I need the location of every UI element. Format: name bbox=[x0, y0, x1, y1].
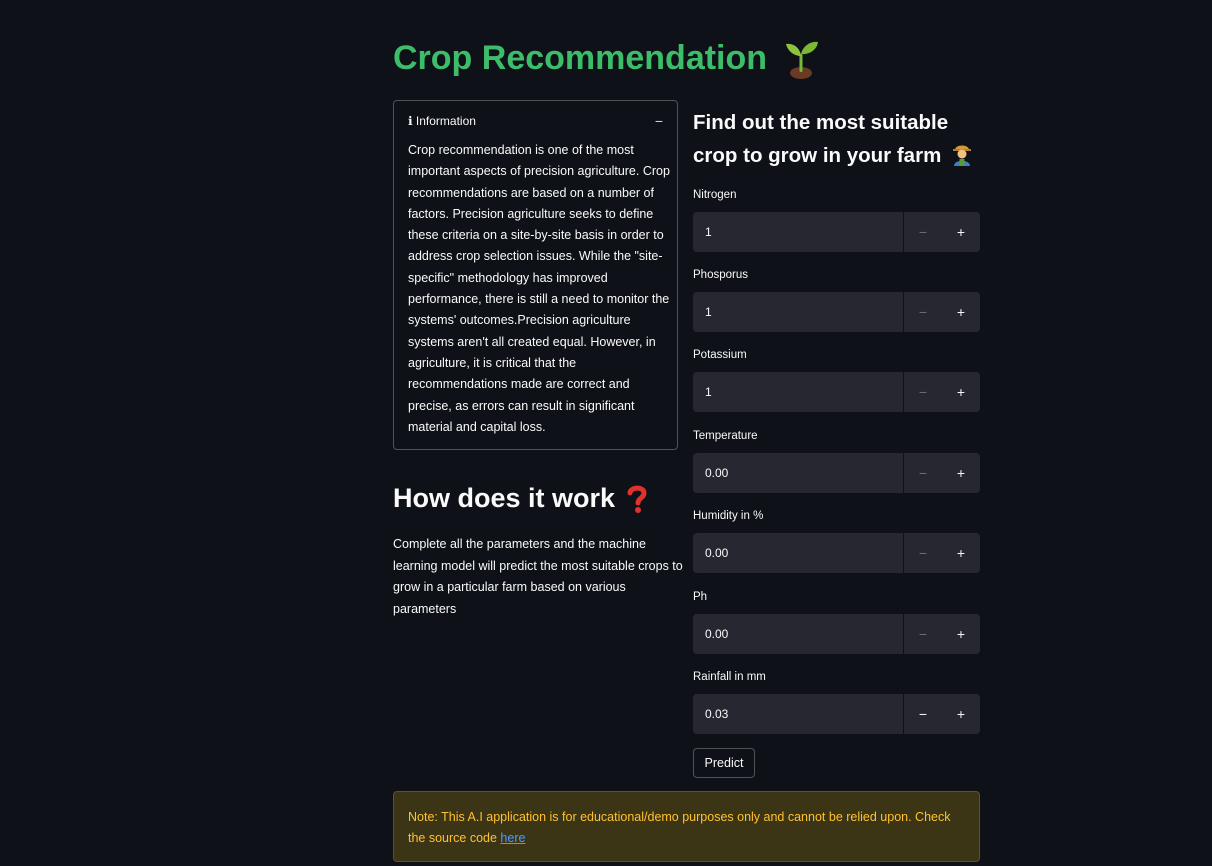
ph-field: Ph − + bbox=[693, 588, 980, 654]
ph-number-input: − + bbox=[693, 614, 980, 654]
information-label: ℹ Information bbox=[408, 114, 476, 128]
temperature-input[interactable] bbox=[693, 453, 904, 493]
phosphorus-increment-button[interactable]: + bbox=[942, 292, 980, 332]
app-title-text: Crop Recommendation bbox=[393, 38, 768, 77]
potassium-field: Potassium − + bbox=[693, 346, 980, 412]
farmer-icon bbox=[953, 145, 971, 166]
temperature-number-input: − + bbox=[693, 453, 980, 493]
information-expander: ℹ Information − Crop recommendation is o… bbox=[393, 100, 678, 450]
source-code-link[interactable]: here bbox=[500, 831, 525, 845]
potassium-label: Potassium bbox=[693, 349, 747, 361]
phosphorus-decrement-button[interactable]: − bbox=[904, 292, 942, 332]
rainfall-decrement-button[interactable]: − bbox=[904, 694, 942, 734]
rainfall-field: Rainfall in mm − + bbox=[693, 668, 980, 734]
humidity-field: Humidity in % − + bbox=[693, 507, 980, 573]
predict-button[interactable]: Predict bbox=[693, 748, 755, 778]
disclaimer-note: Note: This A.I application is for educat… bbox=[393, 791, 980, 862]
how-it-works-heading: How does it work bbox=[393, 483, 649, 514]
potassium-number-input: − + bbox=[693, 372, 980, 412]
how-it-works-text: Complete all the parameters and the mach… bbox=[393, 537, 683, 616]
nitrogen-field: Nitrogen − + bbox=[693, 186, 980, 252]
app-title: Crop Recommendation bbox=[393, 36, 823, 80]
nitrogen-input[interactable] bbox=[693, 212, 904, 252]
phosphorus-number-input: − + bbox=[693, 292, 980, 332]
temperature-field: Temperature − + bbox=[693, 427, 980, 493]
humidity-number-input: − + bbox=[693, 533, 980, 573]
nitrogen-label: Nitrogen bbox=[693, 189, 737, 201]
disclaimer-text: Note: This A.I application is for educat… bbox=[408, 810, 951, 845]
rainfall-label: Rainfall in mm bbox=[693, 671, 766, 683]
temperature-decrement-button[interactable]: − bbox=[904, 453, 942, 493]
how-it-works-title: How does it work bbox=[393, 483, 616, 513]
humidity-increment-button[interactable]: + bbox=[942, 533, 980, 573]
potassium-decrement-button[interactable]: − bbox=[904, 372, 942, 412]
rainfall-number-input: − + bbox=[693, 694, 980, 734]
rainfall-input[interactable] bbox=[693, 694, 904, 734]
temperature-increment-button[interactable]: + bbox=[942, 453, 980, 493]
form-heading-text: Find out the most suitable crop to grow … bbox=[693, 111, 949, 167]
humidity-input[interactable] bbox=[693, 533, 904, 573]
page: Crop Recommendation ℹ Information − Crop… bbox=[0, 0, 1212, 866]
rainfall-increment-button[interactable]: + bbox=[942, 694, 980, 734]
ph-input[interactable] bbox=[693, 614, 904, 654]
phosphorus-input[interactable] bbox=[693, 292, 904, 332]
nitrogen-number-input: − + bbox=[693, 212, 980, 252]
potassium-input[interactable] bbox=[693, 372, 904, 412]
ph-label: Ph bbox=[693, 591, 708, 603]
phosphorus-label: Phosporus bbox=[693, 269, 748, 281]
form-heading: Find out the most suitable crop to grow … bbox=[693, 106, 993, 172]
question-mark-icon bbox=[627, 485, 647, 513]
nitrogen-decrement-button[interactable]: − bbox=[904, 212, 942, 252]
humidity-label: Humidity in % bbox=[693, 510, 764, 522]
potassium-increment-button[interactable]: + bbox=[942, 372, 980, 412]
phosphorus-field: Phosporus − + bbox=[693, 266, 980, 332]
ph-decrement-button[interactable]: − bbox=[904, 614, 942, 654]
seedling-icon bbox=[786, 41, 819, 79]
ph-increment-button[interactable]: + bbox=[942, 614, 980, 654]
collapse-icon[interactable]: − bbox=[655, 113, 663, 129]
temperature-label: Temperature bbox=[693, 430, 758, 442]
information-text: Crop recommendation is one of the most i… bbox=[408, 143, 670, 434]
information-expander-header[interactable]: ℹ Information − bbox=[408, 112, 663, 130]
nitrogen-increment-button[interactable]: + bbox=[942, 212, 980, 252]
humidity-decrement-button[interactable]: − bbox=[904, 533, 942, 573]
